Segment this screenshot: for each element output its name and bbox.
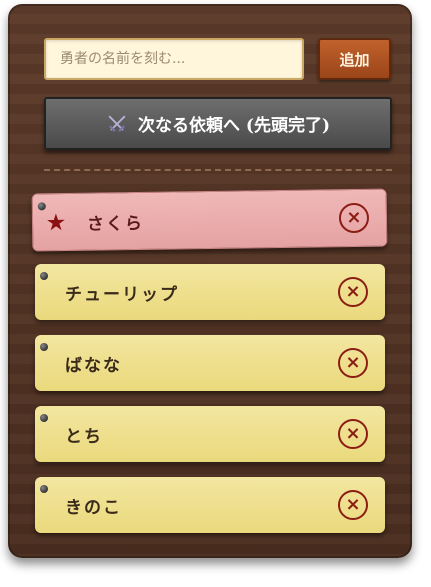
pin-icon [40, 414, 48, 422]
remove-button[interactable]: × [338, 490, 368, 520]
queue-item: ばなな × [35, 335, 385, 391]
next-quest-label: 次なる依頼へ (先頭完了) [137, 116, 330, 136]
pin-icon [40, 485, 48, 493]
crossed-swords-icon [108, 115, 126, 132]
remove-button[interactable]: × [338, 202, 370, 234]
queue-item-active: ★ さくら × [31, 188, 388, 252]
pin-icon [37, 202, 46, 211]
pin-icon [40, 343, 48, 351]
queue-item-name: ばなな [65, 355, 122, 376]
remove-button[interactable]: × [338, 277, 368, 307]
add-button[interactable]: 追加 [318, 38, 391, 80]
queue-item: チューリップ × [35, 264, 385, 320]
remove-button[interactable]: × [338, 348, 368, 378]
hero-name-input[interactable] [44, 38, 304, 80]
pin-icon [40, 272, 48, 280]
queue-item-name: きのこ [65, 497, 122, 518]
next-quest-button[interactable]: 次なる依頼へ (先頭完了) [44, 97, 392, 150]
divider [44, 169, 392, 171]
queue-item-name: とち [65, 426, 103, 447]
queue-item: きのこ × [35, 477, 385, 533]
queue-item: とち × [35, 406, 385, 462]
queue-item-name: チューリップ [65, 284, 179, 305]
star-icon: ★ [46, 210, 66, 235]
remove-button[interactable]: × [338, 419, 368, 449]
queue-item-name: さくら [86, 213, 145, 235]
